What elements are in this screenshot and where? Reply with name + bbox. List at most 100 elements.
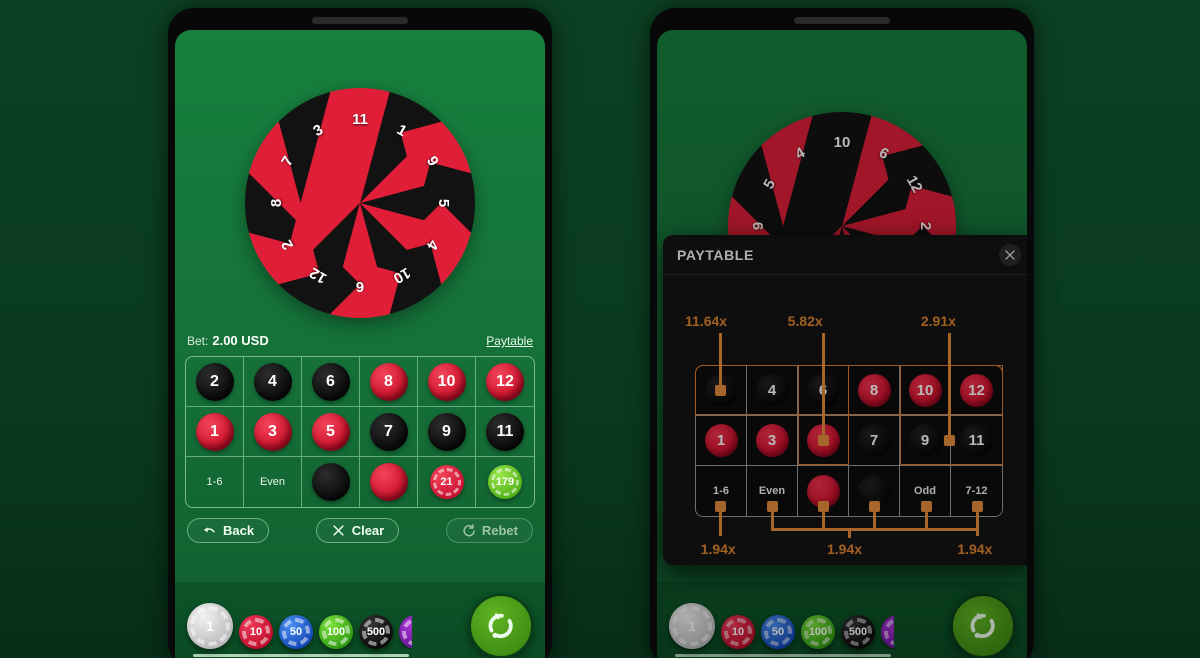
chip-selector-right[interactable]: 1 10 50 100 500 xyxy=(669,603,951,657)
paytable-ball: 7 xyxy=(857,424,891,457)
bet-cell[interactable]: 1-6 xyxy=(186,457,244,507)
bet-cell[interactable]: 4 xyxy=(244,357,302,407)
rebet-button[interactable]: Rebet xyxy=(445,518,533,543)
chip-purple[interactable] xyxy=(399,615,412,649)
bet-cell[interactable]: 5 xyxy=(302,407,360,457)
undo-icon xyxy=(203,527,215,533)
refresh-icon xyxy=(463,524,475,537)
bet-label-cell[interactable]: Even xyxy=(260,476,285,488)
bet-ball[interactable]: 6 xyxy=(311,362,350,401)
bet-ball[interactable]: 7 xyxy=(369,412,408,451)
bet-cell[interactable]: 3 xyxy=(244,407,302,457)
chip-500[interactable]: 500 xyxy=(841,615,875,649)
wheel-area-left: 11 1 9 5 4 10 6 12 2 8 7 3 xyxy=(175,30,545,330)
bet-ball[interactable]: 2 xyxy=(195,362,234,401)
bet-cell[interactable]: 1 xyxy=(186,407,244,457)
bet-cell[interactable] xyxy=(302,457,360,507)
paytable-cell: 11 xyxy=(951,416,1002,466)
phone-left: 11 1 9 5 4 10 6 12 2 8 7 3 Bet: 2.00 USD Paytable 24… xyxy=(168,8,552,658)
wheel-number: 6 xyxy=(355,278,365,295)
paytable-ball: 11 xyxy=(960,424,993,457)
paytable-row: 1357911 xyxy=(696,416,1002,466)
bet-ball[interactable]: 9 xyxy=(427,412,466,451)
roulette-wheel[interactable]: 11 1 9 5 4 10 6 12 2 8 7 3 xyxy=(245,88,475,318)
phone-notch-left xyxy=(312,17,408,24)
chip-purple[interactable] xyxy=(881,615,894,649)
chip-50[interactable]: 50 xyxy=(761,615,795,649)
wheel-number: 10 xyxy=(833,134,851,151)
paytable-multiplier-bottom: 1.94x xyxy=(827,541,863,557)
chip-selector[interactable]: 1 10 50 100 500 xyxy=(187,603,469,657)
chip-value: 1 xyxy=(688,618,696,634)
chip-50[interactable]: 50 xyxy=(279,615,313,649)
paytable-marker-bottom xyxy=(817,501,829,512)
spin-arrow-icon-right xyxy=(970,612,995,639)
paytable-ball: 1 xyxy=(704,424,738,457)
bet-ball[interactable]: 5 xyxy=(311,412,350,451)
bet-ball[interactable] xyxy=(369,463,408,501)
bet-ball[interactable]: 8 xyxy=(369,362,408,401)
bet-grid-row: 2 4 6 8 10 12 xyxy=(186,357,534,407)
placed-chip-value: 179 xyxy=(495,476,515,488)
spin-button[interactable] xyxy=(469,594,533,658)
bet-ball[interactable]: 1 xyxy=(195,412,234,451)
back-button[interactable]: Back xyxy=(187,518,270,543)
paytable-connector xyxy=(821,333,825,440)
paytable-close-button[interactable] xyxy=(999,243,1021,266)
chip-100[interactable]: 100 xyxy=(319,615,353,649)
placed-chip[interactable]: 21 xyxy=(429,465,464,499)
bet-ball[interactable]: 12 xyxy=(486,362,524,401)
placed-chip[interactable]: 179 xyxy=(488,465,522,499)
wheel-number: 11 xyxy=(352,111,368,128)
bet-cell[interactable]: 21 xyxy=(418,457,476,507)
chip-10[interactable]: 10 xyxy=(239,615,273,649)
screenshot-stage: 11 1 9 5 4 10 6 12 2 8 7 3 Bet: 2.00 USD Paytable 24… xyxy=(0,0,1200,658)
chip-track-line[interactable] xyxy=(193,654,409,657)
chip-500[interactable]: 500 xyxy=(359,615,393,649)
clear-button-label: Clear xyxy=(351,523,385,538)
paytable-multiplier-bottom: 1.94x xyxy=(700,541,736,557)
bet-grid[interactable]: 2 4 6 8 10 12 1 3 5 7 9 11 1-6 Even 21 179 xyxy=(185,356,535,508)
bet-cell[interactable]: 10 xyxy=(418,357,476,407)
paytable-link[interactable]: Paytable xyxy=(486,334,533,348)
bet-cell[interactable]: Even xyxy=(244,457,302,507)
chip-track-line-right[interactable] xyxy=(675,654,891,657)
bet-ball[interactable]: 10 xyxy=(427,362,466,401)
bet-ball[interactable]: 11 xyxy=(486,412,524,451)
bet-cell[interactable]: 179 xyxy=(476,457,534,507)
chip-value: 50 xyxy=(289,626,303,638)
paytable-modal: PAYTABLE 2468101213579111-6EvenOdd7-12 1… xyxy=(663,235,1027,565)
close-icon xyxy=(1005,249,1015,260)
bet-ball[interactable]: 4 xyxy=(253,362,292,401)
paytable-body: 2468101213579111-6EvenOdd7-12 11.64x5.82… xyxy=(663,275,1027,565)
bet-cell[interactable]: 11 xyxy=(476,407,534,457)
chip-1[interactable]: 1 xyxy=(187,603,233,649)
bet-ball[interactable]: 3 xyxy=(253,412,292,451)
wheel-number: 8 xyxy=(268,198,285,208)
paytable-cell: 10 xyxy=(900,366,951,416)
paytable-marker-bottom xyxy=(920,501,932,512)
bet-cell[interactable] xyxy=(360,457,418,507)
chip-10[interactable]: 10 xyxy=(721,615,755,649)
spin-button-right[interactable] xyxy=(951,594,1015,658)
paytable-text-cell: 7-12 xyxy=(965,485,988,497)
chip-1[interactable]: 1 xyxy=(669,603,715,649)
bet-cell[interactable]: 2 xyxy=(186,357,244,407)
chip-value: 10 xyxy=(249,626,263,638)
wheel-number: 9 xyxy=(750,221,767,231)
chip-value: 500 xyxy=(366,626,386,638)
bet-cell[interactable]: 8 xyxy=(360,357,418,407)
bet-amount: 2.00 USD xyxy=(212,333,269,348)
paytable-ball: 10 xyxy=(908,374,942,407)
bet-cell[interactable]: 6 xyxy=(302,357,360,407)
game-screen-right: 106122873111954 11050100500 PAYTABLE xyxy=(657,30,1027,658)
chip-100[interactable]: 100 xyxy=(801,615,835,649)
bet-cell[interactable]: 12 xyxy=(476,357,534,407)
clear-button[interactable]: Clear xyxy=(315,518,400,543)
paytable-header: PAYTABLE xyxy=(663,235,1027,275)
bet-cell[interactable]: 7 xyxy=(360,407,418,457)
bet-label-cell[interactable]: 1-6 xyxy=(207,476,223,488)
bet-ball[interactable] xyxy=(311,463,350,501)
paytable-text-cell: Odd xyxy=(914,485,936,497)
bet-cell[interactable]: 9 xyxy=(418,407,476,457)
